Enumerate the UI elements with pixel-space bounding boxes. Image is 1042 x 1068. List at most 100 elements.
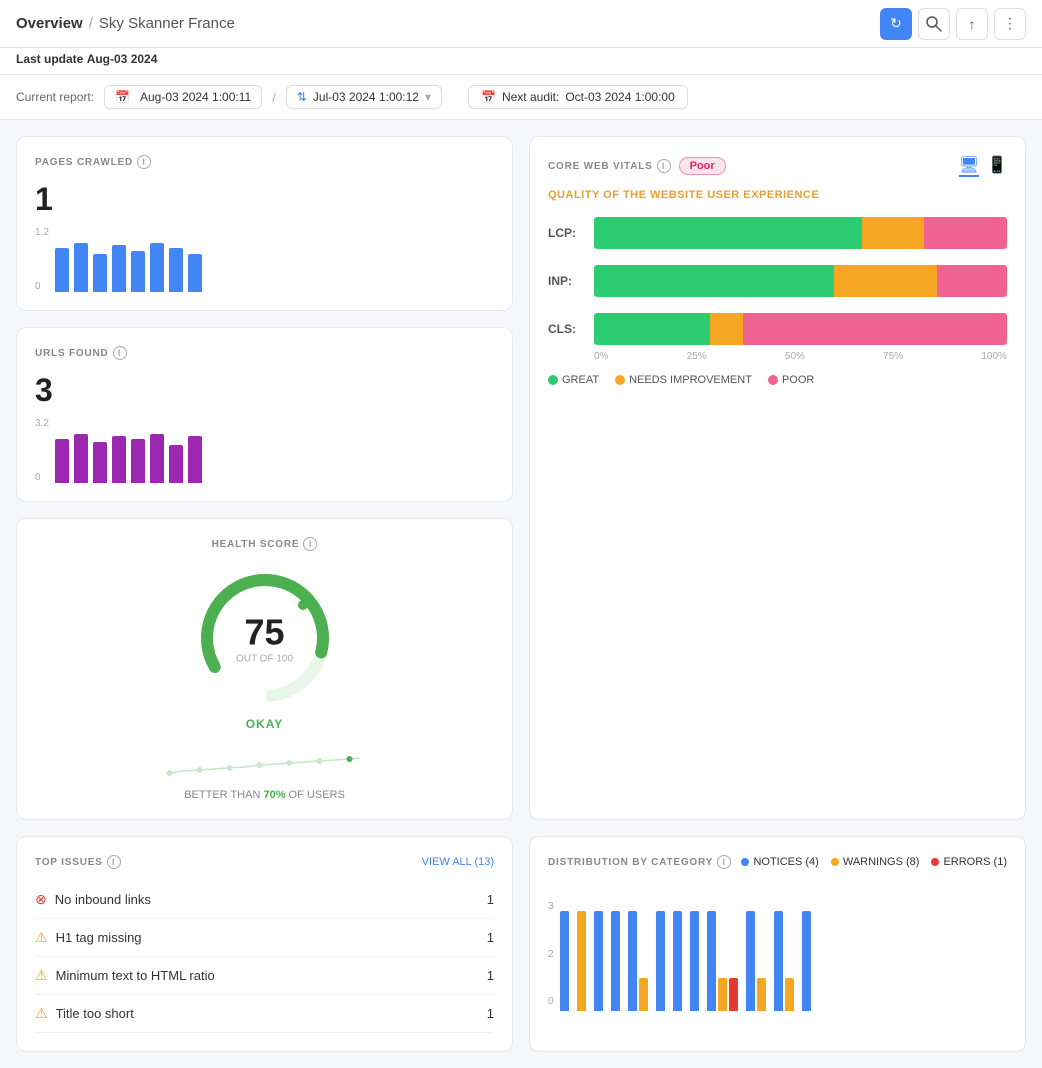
dist-bar <box>746 911 755 1011</box>
issue-row-4[interactable]: ⚠ Title too short 1 <box>35 995 494 1033</box>
pages-crawled-info[interactable]: i <box>137 155 151 169</box>
warnings-dot <box>831 858 839 866</box>
next-audit-label: Next audit: <box>502 90 559 104</box>
left-panel: PAGES CRAWLED i 1 1.2 0 URLS FOUND i 3 3 <box>16 136 513 502</box>
warnings-label: WARNINGS (8) <box>843 856 920 868</box>
health-score-info[interactable]: i <box>303 537 317 551</box>
device-toggle: 🖥 📱 <box>959 155 1007 177</box>
pages-axis-bottom: 0 <box>35 281 49 292</box>
dist-column <box>577 911 586 1011</box>
dist-bar <box>802 911 811 1011</box>
current-date-value: Aug-03 2024 1:00:11 <box>140 90 251 104</box>
warning-icon-3: ⚠ <box>35 1005 48 1022</box>
dist-bar <box>757 978 766 1011</box>
cwv-axis: 0% 25% 50% 75% 100% <box>548 351 1007 362</box>
poor-dot <box>768 375 778 385</box>
top-issues-card: TOP ISSUES i VIEW ALL (13) ⊗ No inbound … <box>16 836 513 1052</box>
issue-text-4: Title too short <box>56 1006 134 1021</box>
subheader: Last update Aug-03 2024 <box>0 48 1042 75</box>
refresh-button[interactable]: ↻ <box>880 8 912 40</box>
errors-label: ERRORS (1) <box>943 856 1007 868</box>
urls-found-info[interactable]: i <box>113 346 127 360</box>
dist-bar <box>774 911 783 1011</box>
last-update-label: Last update <box>16 52 83 66</box>
dist-column <box>656 911 665 1011</box>
urls-found-value: 3 <box>35 372 494 409</box>
error-icon: ⊗ <box>35 891 47 908</box>
dist-bar <box>785 978 794 1011</box>
cwv-title: CORE WEB VITALS i <box>548 159 671 173</box>
calendar-icon: 📅 <box>115 90 130 104</box>
issues-info[interactable]: i <box>107 855 121 869</box>
dist-bar <box>690 911 699 1011</box>
cwv-info[interactable]: i <box>657 159 671 173</box>
last-update-date: Aug-03 2024 <box>87 52 158 66</box>
dist-bar <box>707 911 716 1011</box>
issue-row-3[interactable]: ⚠ Minimum text to HTML ratio 1 <box>35 957 494 995</box>
upload-button[interactable]: ↑ <box>956 8 988 40</box>
dist-column <box>746 911 766 1011</box>
report-bar: Current report: 📅 Aug-03 2024 1:00:11 / … <box>0 75 1042 120</box>
health-status: OKAY <box>246 717 284 731</box>
lcp-needs-seg <box>862 217 924 249</box>
compare-date-picker[interactable]: ⇅ Jul-03 2024 1:00:12 ▾ <box>286 85 442 109</box>
issue-text-1: No inbound links <box>55 892 151 907</box>
inp-great-seg <box>594 265 834 297</box>
warning-icon-1: ⚠ <box>35 929 48 946</box>
notices-label: NOTICES (4) <box>753 856 818 868</box>
cwv-lcp-row: LCP: <box>548 217 1007 249</box>
overview-link[interactable]: Overview <box>16 15 83 32</box>
issue-row-2[interactable]: ⚠ H1 tag missing 1 <box>35 919 494 957</box>
cwv-title-row: CORE WEB VITALS i Poor <box>548 157 726 175</box>
pages-axis-top: 1.2 <box>35 227 49 238</box>
urls-bar <box>169 445 183 484</box>
gauge-container: 75 OUT OF 100 <box>190 563 340 713</box>
dist-axis-2: 2 <box>548 949 554 960</box>
next-audit-picker[interactable]: 📅 Next audit: Oct-03 2024 1:00:00 <box>468 85 688 109</box>
pages-crawled-value: 1 <box>35 181 494 218</box>
pages-crawled-card: PAGES CRAWLED i 1 1.2 0 <box>16 136 513 311</box>
cwv-subtitle: QUALITY OF THE WEBSITE USER EXPERIENCE <box>548 189 1007 201</box>
dist-bar <box>611 911 620 1011</box>
health-score-card: HEALTH SCORE i 75 OUT OF 100 OKAY <box>16 518 513 820</box>
urls-found-title: URLS FOUND i <box>35 346 494 360</box>
compare-icon: ⇅ <box>297 90 307 104</box>
trend-chart <box>35 743 494 783</box>
pages-bar <box>150 243 164 293</box>
dist-info[interactable]: i <box>717 855 731 869</box>
view-all-button[interactable]: VIEW ALL (13) <box>422 856 494 868</box>
legend-great: GREAT <box>548 374 599 386</box>
current-report-label: Current report: <box>16 90 94 104</box>
notices-dot <box>741 858 749 866</box>
more-button[interactable]: ⋮ <box>994 8 1026 40</box>
dist-legend: NOTICES (4) WARNINGS (8) ERRORS (1) <box>741 856 1007 868</box>
cwv-cls-label: CLS: <box>548 322 584 336</box>
issue-count-1: 1 <box>487 892 494 907</box>
inp-poor-seg <box>937 265 1007 297</box>
dist-column <box>690 911 699 1011</box>
dist-column <box>628 911 648 1011</box>
dist-column <box>560 911 569 1011</box>
score-number: 75 <box>236 612 293 654</box>
dist-chart-area: 3 2 0 <box>548 881 1007 1011</box>
current-date-picker[interactable]: 📅 Aug-03 2024 1:00:11 <box>104 85 262 109</box>
issue-text-2: H1 tag missing <box>56 930 142 945</box>
pages-crawled-title: PAGES CRAWLED i <box>35 155 494 169</box>
urls-axis-top: 3.2 <box>35 418 49 429</box>
pages-bar <box>55 248 69 292</box>
mobile-icon[interactable]: 📱 <box>987 155 1007 177</box>
poor-badge: Poor <box>679 157 726 175</box>
cwv-lcp-label: LCP: <box>548 226 584 240</box>
filter-button[interactable] <box>918 8 950 40</box>
gauge-score: 75 OUT OF 100 <box>236 612 293 665</box>
issue-row-1[interactable]: ⊗ No inbound links 1 <box>35 881 494 919</box>
urls-axis-bottom: 0 <box>35 472 49 483</box>
better-than-text: BETTER THAN 70% OF USERS <box>184 789 345 801</box>
dist-column <box>707 911 738 1011</box>
dist-legend-notices: NOTICES (4) <box>741 856 818 868</box>
desktop-icon[interactable]: 🖥 <box>959 155 979 177</box>
dist-bar <box>594 911 603 1011</box>
dist-bar <box>639 978 648 1011</box>
legend-needs: NEEDS IMPROVEMENT <box>615 374 752 386</box>
cwv-legend: GREAT NEEDS IMPROVEMENT POOR <box>548 374 1007 386</box>
